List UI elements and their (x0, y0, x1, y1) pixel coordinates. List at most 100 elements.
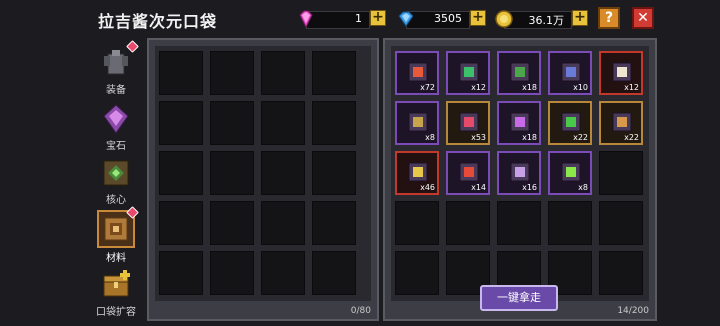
item-slot[interactable]: x46 (395, 151, 439, 195)
gold-coin-icon (495, 10, 513, 28)
sidebar-item-gems[interactable]: 宝石 (94, 102, 138, 152)
question-icon: ? (604, 10, 614, 26)
material-item-icon (459, 62, 479, 82)
empty-slot[interactable] (395, 201, 439, 245)
collect-all-button[interactable]: 一键拿走 (480, 285, 558, 311)
empty-slot[interactable] (548, 201, 592, 245)
sidebar-item-label: 口袋扩容 (96, 307, 136, 318)
item-count: x14 (471, 183, 486, 192)
item-slot[interactable]: x16 (497, 151, 541, 195)
empty-slot[interactable] (159, 51, 203, 95)
gem-resource: 1 + (296, 9, 388, 29)
empty-slot[interactable] (312, 201, 356, 245)
item-count: x46 (420, 183, 435, 192)
core-icon (99, 156, 133, 190)
material-item-icon (408, 112, 428, 132)
inventory-capacity: 14/200 (617, 306, 649, 316)
item-count: x72 (420, 83, 435, 92)
empty-slot[interactable] (312, 101, 356, 145)
armor-icon (99, 40, 139, 80)
pink-gem-icon (299, 10, 313, 29)
empty-slot[interactable] (599, 201, 643, 245)
item-slot[interactable]: x18 (497, 51, 541, 95)
material-item-icon (561, 112, 581, 132)
item-slot[interactable]: x12 (446, 51, 490, 95)
inventory-panel: x72 x12 x18 x10 x12 x8 x53 x18 x22 x22 x46 x14 x16 x8… (383, 38, 657, 321)
item-count: x22 (573, 133, 588, 142)
empty-slot[interactable] (210, 51, 254, 95)
chest-icon (99, 268, 133, 302)
close-button[interactable]: ✕ (632, 7, 654, 29)
empty-slot[interactable] (261, 101, 305, 145)
close-icon: ✕ (637, 10, 649, 26)
item-count: x16 (522, 183, 537, 192)
item-slot[interactable]: x22 (599, 101, 643, 145)
empty-slot[interactable] (210, 101, 254, 145)
empty-slot[interactable] (395, 251, 439, 295)
material-item-icon (408, 62, 428, 82)
add-diamond-button[interactable]: + (470, 10, 486, 26)
item-slot[interactable]: x8 (548, 151, 592, 195)
material-item-icon (612, 62, 632, 82)
inventory-grid-area[interactable]: x72 x12 x18 x10 x12 x8 x53 x18 x22 x22 x46 x14 x16 x8 (391, 46, 649, 301)
empty-slot[interactable] (312, 151, 356, 195)
material-item-icon (612, 112, 632, 132)
item-count: x53 (471, 133, 486, 142)
item-count: x10 (573, 83, 588, 92)
empty-slot[interactable] (261, 151, 305, 195)
empty-slot[interactable] (599, 251, 643, 295)
gem-icon (99, 102, 133, 136)
sidebar-item-label: 宝石 (106, 141, 126, 152)
sidebar-item-label: 核心 (106, 195, 126, 206)
material-item-icon (510, 112, 530, 132)
item-count: x12 (624, 83, 639, 92)
material-item-icon (459, 112, 479, 132)
sidebar-item-label: 材料 (106, 253, 126, 264)
empty-slot[interactable] (159, 201, 203, 245)
empty-slot[interactable] (261, 251, 305, 295)
empty-slot[interactable] (312, 251, 356, 295)
empty-slot[interactable] (599, 151, 643, 195)
empty-slot[interactable] (210, 251, 254, 295)
gold-count: 36.1万 (528, 14, 565, 27)
pocket-grid-area[interactable] (155, 46, 371, 301)
material-item-icon (510, 162, 530, 182)
empty-slot[interactable] (261, 201, 305, 245)
item-slot[interactable]: x53 (446, 101, 490, 145)
sidebar-item-equipment[interactable]: 装备 (94, 40, 139, 96)
sidebar-item-materials[interactable]: 材料 (94, 206, 139, 264)
empty-slot[interactable] (159, 151, 203, 195)
help-button[interactable]: ? (598, 7, 620, 29)
page-title: 拉吉酱次元口袋 (98, 12, 218, 31)
gem-count: 1 (355, 12, 362, 25)
add-gem-button[interactable]: + (370, 10, 386, 26)
item-slot[interactable]: x8 (395, 101, 439, 145)
pocket-capacity: 0/80 (350, 306, 371, 316)
pocket-storage-panel: 0/80 (147, 38, 379, 321)
sidebar-item-core[interactable]: 核心 (94, 156, 138, 206)
material-item-icon (408, 162, 428, 182)
diamond-icon (398, 11, 414, 27)
item-count: x18 (522, 133, 537, 142)
sidebar-item-expand[interactable]: 口袋扩容 (94, 268, 138, 318)
item-slot[interactable]: x10 (548, 51, 592, 95)
item-slot[interactable]: x22 (548, 101, 592, 145)
empty-slot[interactable] (312, 51, 356, 95)
material-item-icon (510, 62, 530, 82)
empty-slot[interactable] (210, 201, 254, 245)
item-slot[interactable]: x12 (599, 51, 643, 95)
empty-slot[interactable] (446, 201, 490, 245)
empty-slot[interactable] (159, 251, 203, 295)
diamond-count: 3505 (434, 12, 462, 25)
item-slot[interactable]: x72 (395, 51, 439, 95)
empty-slot[interactable] (261, 51, 305, 95)
empty-slot[interactable] (210, 151, 254, 195)
item-slot[interactable]: x18 (497, 101, 541, 145)
material-icon (97, 206, 139, 248)
sidebar-item-label: 装备 (106, 85, 126, 96)
empty-slot[interactable] (497, 201, 541, 245)
add-gold-button[interactable]: + (572, 10, 588, 26)
item-slot[interactable]: x14 (446, 151, 490, 195)
empty-slot[interactable] (159, 101, 203, 145)
item-count: x12 (471, 83, 486, 92)
